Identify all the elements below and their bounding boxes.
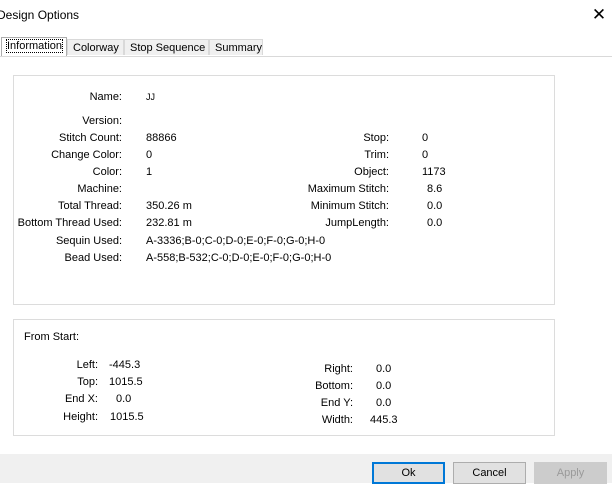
total-thread-value: 350.26 m (146, 200, 192, 212)
left-label: Left: (76, 359, 98, 371)
total-thread-label: Total Thread: (57, 200, 122, 212)
stop-label: Stop: (363, 132, 389, 144)
height-label: Height: (63, 411, 98, 423)
bottom-thread-label: Bottom Thread Used: (17, 217, 122, 229)
max-stitch-value: 8.6 (427, 183, 443, 195)
height-value: 1015.5 (110, 411, 144, 423)
bottom-label: Bottom: (315, 380, 353, 392)
jump-length-label: JumpLength: (325, 217, 389, 229)
top-label: Top: (77, 376, 98, 388)
information-panel: Name: JJ Version: Stitch Count: 88866 Ch… (0, 56, 612, 455)
end-y-label: End Y: (320, 397, 353, 409)
from-start-heading: From Start: (24, 331, 80, 343)
jump-length-value: 0.0 (427, 217, 443, 229)
trim-value: 0 (422, 149, 429, 161)
tab-stop-sequence[interactable]: Stop Sequence (124, 39, 209, 55)
tab-information-label: Information (5, 39, 64, 53)
end-x-label: End X: (64, 393, 98, 405)
change-color-value: 0 (146, 149, 153, 161)
color-label: Color: (92, 166, 122, 178)
tab-information[interactable]: Information (1, 37, 67, 56)
title-bar: Design Options ✕ (0, 0, 612, 33)
object-value: 1173 (422, 166, 446, 178)
sequin-used-value: A-3336;B-0;C-0;D-0;E-0;F-0;G-0;H-0 (146, 235, 326, 247)
sequin-used-label: Sequin Used: (55, 235, 122, 247)
tab-summary-label: Summary (215, 42, 263, 54)
min-stitch-label: Minimum Stitch: (310, 200, 389, 212)
ok-button[interactable]: Ok (372, 462, 445, 484)
width-label: Width: (321, 414, 353, 426)
dialog-footer: Ok Cancel Apply (0, 454, 612, 484)
bottom-value: 0.0 (376, 380, 392, 392)
tab-colorway[interactable]: Colorway (67, 39, 124, 55)
name-label: Name: (89, 91, 122, 103)
max-stitch-label: Maximum Stitch: (307, 183, 389, 195)
right-label: Right: (324, 363, 353, 375)
stitch-count-value: 88866 (146, 132, 177, 144)
stop-value: 0 (422, 132, 429, 144)
end-x-value: 0.0 (116, 393, 132, 405)
bead-used-label: Bead Used: (64, 252, 122, 264)
window-title: Design Options (0, 8, 80, 22)
top-value: 1015.5 (109, 376, 143, 388)
left-value: -445.3 (109, 359, 141, 371)
from-start-group: From Start: Left: -445.3 Top: 1015.5 End… (13, 319, 555, 436)
design-info-group: Name: JJ Version: Stitch Count: 88866 Ch… (13, 75, 555, 305)
apply-button[interactable]: Apply (534, 462, 607, 484)
end-y-value: 0.0 (376, 397, 392, 409)
object-label: Object: (354, 166, 389, 178)
version-label: Version: (82, 115, 122, 127)
machine-label: Machine: (77, 183, 122, 195)
change-color-label: Change Color: (51, 149, 122, 161)
tab-stop-sequence-label: Stop Sequence (130, 42, 206, 54)
min-stitch-value: 0.0 (427, 200, 443, 212)
bottom-thread-value: 232.81 m (146, 217, 192, 229)
tab-colorway-label: Colorway (73, 42, 119, 54)
stitch-count-label: Stitch Count: (59, 132, 122, 144)
width-value: 445.3 (370, 414, 398, 426)
bead-used-value: A-558;B-532;C-0;D-0;E-0;F-0;G-0;H-0 (146, 252, 332, 264)
name-value: JJ (146, 92, 155, 102)
color-value: 1 (146, 166, 153, 178)
tab-summary[interactable]: Summary (209, 39, 263, 55)
trim-label: Trim: (364, 149, 389, 161)
close-icon[interactable]: ✕ (588, 4, 610, 26)
cancel-button[interactable]: Cancel (453, 462, 526, 484)
right-value: 0.0 (376, 363, 392, 375)
